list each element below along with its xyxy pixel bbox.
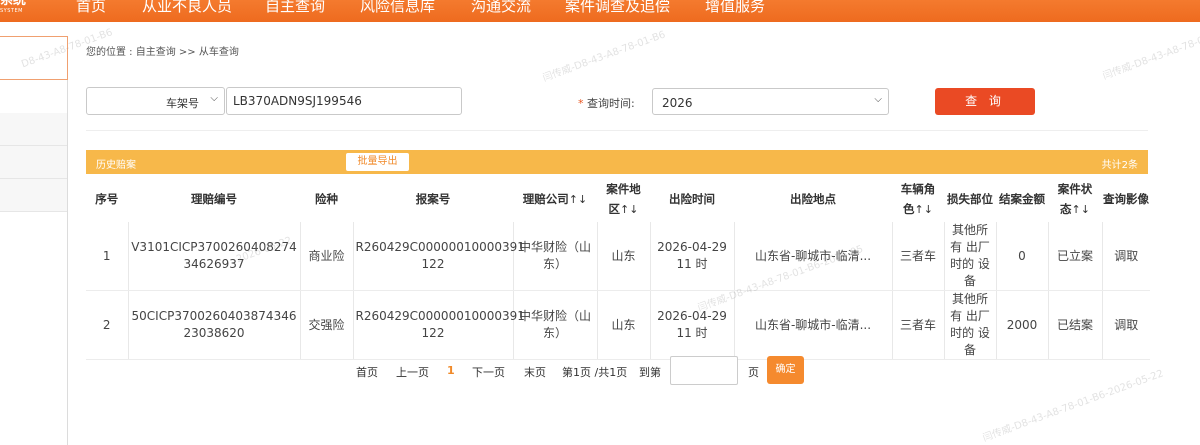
goto-page-button[interactable]: 确定 — [767, 356, 804, 384]
field-type-value: 车架号 — [166, 97, 199, 110]
sort-icon[interactable]: ↑↓ — [1072, 203, 1090, 216]
header-region-label-2: 区 — [608, 201, 621, 216]
batch-export-button[interactable]: 批量导出 — [346, 153, 409, 171]
watermark: 闫传威-D8-43-A8-78-01-B6-2026-05-22 — [981, 368, 1166, 445]
divider — [86, 130, 1148, 131]
cell-region: 山东 — [597, 222, 651, 291]
header-company[interactable]: 理赔公司↑↓ — [513, 176, 598, 222]
header-status-label: 案件状 — [1057, 181, 1093, 196]
cell-time: 2026-04-29 11 时 — [650, 222, 735, 291]
logo-subtext: SYSTEM — [0, 8, 23, 14]
sort-icon[interactable]: ↑↓ — [620, 203, 638, 216]
header-report-no: 报案号 — [353, 176, 514, 222]
results-count: 共计2条 — [1101, 160, 1138, 171]
cell-claim-no: V3101CICP3700260408274 34626937 — [128, 222, 301, 291]
logo: 系统 SYSTEM — [0, 0, 48, 22]
pagination-first[interactable]: 首页 — [356, 364, 378, 380]
sidebar-item[interactable] — [0, 113, 67, 146]
header-place: 出险地点 — [734, 176, 893, 222]
cell-insurance-type: 交强险 — [300, 290, 354, 360]
table-header-row: 序号 理赔编号 险种 报案号 理赔公司↑↓ 案件地 区↑↓ 出险时间 出险地点 车… — [86, 176, 1151, 222]
header-region-label: 案件地 — [606, 181, 641, 196]
query-time-label: * 查询时间: — [578, 95, 635, 111]
header-seq: 序号 — [86, 176, 129, 222]
fetch-image-link[interactable]: 调取 — [1102, 290, 1150, 360]
vin-input[interactable]: LB370ADN9SJ199546 — [226, 87, 462, 115]
sidebar-item-active[interactable] — [0, 36, 68, 80]
pagination-page-suffix: 页 — [748, 366, 759, 379]
header-role-label: 车辆角 — [900, 181, 936, 196]
query-time-label-text: 查询时间: — [583, 97, 635, 110]
page-number-input[interactable] — [670, 356, 738, 385]
pagination-last[interactable]: 末页 — [524, 364, 546, 380]
header-claim-no: 理赔编号 — [128, 176, 301, 222]
pagination-goto-label: 到第 — [639, 366, 661, 379]
chevron-down-icon: ⌵ — [874, 94, 882, 105]
header-time: 出险时间 — [650, 176, 735, 222]
fetch-image-link[interactable]: 调取 — [1102, 222, 1150, 291]
cell-role: 三者车 — [892, 222, 945, 291]
cell-loss-part: 其他所有 出厂时的 设备 — [944, 222, 997, 291]
cell-loss-part: 其他所有 出厂时的 设备 — [944, 290, 997, 360]
cell-report-no: R260429C00000010000391 122 — [353, 222, 525, 291]
cell-company: 中华财险（山 东） — [513, 290, 598, 360]
cell-status: 已结案 — [1048, 290, 1103, 360]
cell-report-no: R260429C00000010000391 122 — [353, 290, 525, 360]
pagination-next[interactable]: 下一页 — [472, 364, 505, 380]
cell-place: 山东省-聊城市-临清... — [734, 290, 893, 360]
header-image: 查询影像 — [1102, 176, 1151, 222]
header-amount: 结案金额 — [996, 176, 1049, 222]
field-type-select[interactable]: 车架号 ⌵ — [86, 87, 225, 115]
cell-company: 中华财险（山 东） — [513, 222, 598, 291]
watermark: 闫传威-D8-43-A8-78-01-B6 — [1101, 27, 1200, 83]
table-row: 1 V3101CICP3700260408274 34626937 商业险 R2… — [86, 222, 1150, 291]
cell-insurance-type: 商业险 — [300, 222, 354, 291]
cell-status: 已立案 — [1048, 222, 1103, 291]
sidebar-item[interactable] — [0, 146, 67, 179]
pagination-current-page[interactable]: 1 — [447, 364, 455, 377]
header-company-label: 理赔公司 — [522, 191, 569, 206]
nav-item-value-added[interactable]: 增值服务 — [705, 0, 765, 19]
header-status-label-2: 态 — [1060, 201, 1072, 216]
pagination-prev[interactable]: 上一页 — [396, 364, 429, 380]
header-role[interactable]: 车辆角色↑↓ — [892, 176, 945, 222]
nav-item-home[interactable]: 首页 — [76, 0, 106, 19]
cell-claim-no: 50CICP3700260403874346 23038620 — [128, 290, 301, 360]
breadcrumb: 您的位置 : 自主查询 >> 从车查询 — [86, 47, 239, 58]
results-header-bar: 历史赔案 批量导出 共计2条 — [86, 150, 1148, 174]
cell-amount: 2000 — [996, 290, 1049, 360]
pagination-info: 第1页 /共1页 — [562, 366, 628, 379]
nav-item-communication[interactable]: 沟通交流 — [471, 0, 531, 19]
cell-role: 三者车 — [892, 290, 945, 360]
sidebar — [0, 36, 68, 445]
top-navigation-bar: 系统 SYSTEM 首页 从业不良人员 自主查询 风险信息库 沟通交流 案件调查… — [0, 0, 1200, 22]
query-time-value: 2026 — [662, 96, 693, 110]
cell-seq: 2 — [86, 290, 129, 360]
nav-item-risk-database[interactable]: 风险信息库 — [360, 0, 435, 19]
cell-region: 山东 — [597, 290, 651, 360]
header-role-label-2: 色 — [903, 201, 915, 216]
results-title: 历史赔案 — [96, 160, 136, 171]
header-loss-part: 损失部位 — [944, 176, 997, 222]
watermark: 闫传威-D8-43-A8-78-01-B6 — [541, 29, 668, 85]
claims-table: 序号 理赔编号 险种 报案号 理赔公司↑↓ 案件地 区↑↓ 出险时间 出险地点 车… — [86, 176, 1151, 360]
chevron-down-icon: ⌵ — [210, 93, 218, 104]
header-status[interactable]: 案件状态↑↓ — [1048, 176, 1103, 222]
sort-icon[interactable]: ↑↓ — [915, 203, 933, 216]
cell-time: 2026-04-29 11 时 — [650, 290, 735, 360]
query-time-select[interactable]: 2026 ⌵ — [652, 88, 889, 115]
cell-seq: 1 — [86, 222, 129, 291]
nav-item-bad-practitioners[interactable]: 从业不良人员 — [142, 0, 232, 19]
sidebar-item[interactable] — [0, 179, 67, 212]
nav-item-self-query[interactable]: 自主查询 — [265, 0, 325, 19]
logo-text: 系统 — [0, 0, 27, 8]
cell-amount: 0 — [996, 222, 1049, 291]
cell-place: 山东省-聊城市-临清... — [734, 222, 893, 291]
header-region[interactable]: 案件地区↑↓ — [597, 176, 651, 222]
sort-icon[interactable]: ↑↓ — [569, 193, 587, 206]
header-insurance-type: 险种 — [300, 176, 354, 222]
nav-item-case-investigation[interactable]: 案件调查及追偿 — [565, 0, 670, 19]
query-button[interactable]: 查 询 — [935, 88, 1035, 115]
table-row: 2 50CICP3700260403874346 23038620 交强险 R2… — [86, 290, 1150, 360]
